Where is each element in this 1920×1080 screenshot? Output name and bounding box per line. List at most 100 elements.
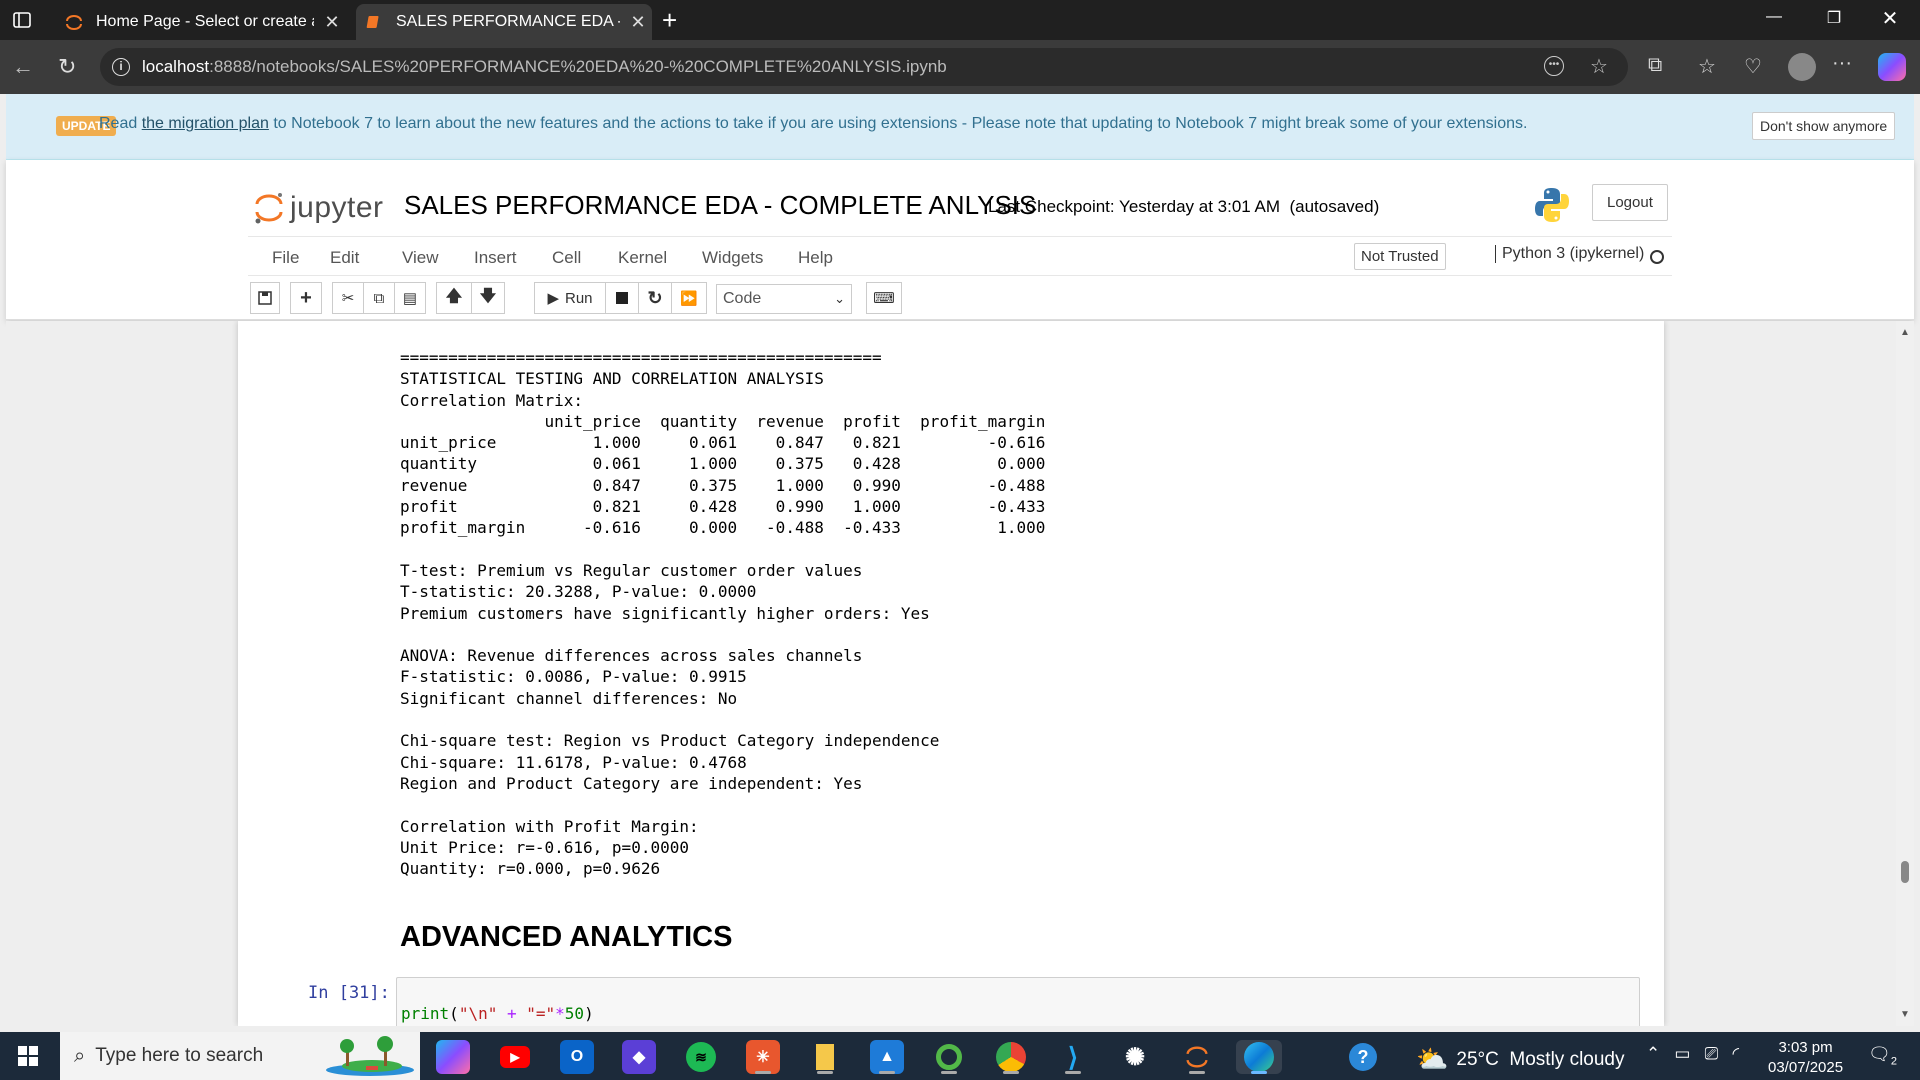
- back-icon[interactable]: ←: [12, 54, 34, 80]
- notification-center-icon[interactable]: 🗨2: [1868, 1044, 1897, 1068]
- clock-date: 03/07/2025: [1768, 1059, 1844, 1076]
- new-tab-icon[interactable]: +: [662, 6, 677, 34]
- menu-cell[interactable]: Cell: [552, 248, 581, 268]
- close-tab-icon[interactable]: ✕: [322, 12, 342, 33]
- weather-temp: 25°C: [1456, 1048, 1499, 1070]
- chevron-up-icon[interactable]: ⌃: [1646, 1044, 1660, 1063]
- close-tab-icon[interactable]: ✕: [628, 12, 648, 33]
- chevron-down-icon: ⌄: [834, 291, 845, 306]
- jupyter-app-icon[interactable]: [1180, 1040, 1214, 1074]
- dont-show-anymore-button[interactable]: Don't show anymore: [1752, 112, 1896, 140]
- notification-count: 2: [1890, 1055, 1897, 1068]
- restart-icon[interactable]: ↻: [638, 282, 672, 314]
- weather-widget[interactable]: ⛅ 25°C Mostly cloudy: [1416, 1044, 1625, 1075]
- not-trusted-button[interactable]: Not Trusted: [1354, 243, 1446, 270]
- output-line: ANOVA: Revenue differences across sales …: [400, 646, 863, 666]
- photos-app-icon[interactable]: ▲: [870, 1040, 904, 1074]
- insert-cell-icon[interactable]: +: [290, 282, 322, 314]
- code-cell-editor[interactable]: print("\n" + "="*50): [396, 977, 1640, 1026]
- menu-help[interactable]: Help: [798, 248, 833, 268]
- menu-edit[interactable]: Edit: [330, 248, 359, 268]
- spotify-app-icon[interactable]: ≋: [684, 1040, 718, 1074]
- menu-file[interactable]: File: [272, 248, 299, 268]
- run-button[interactable]: ▶ Run: [534, 282, 606, 314]
- close-window-icon[interactable]: ✕: [1878, 6, 1902, 31]
- keyboard-shortcuts-icon[interactable]: ⌨: [866, 282, 902, 314]
- copilot-icon[interactable]: [1878, 53, 1906, 81]
- notebook-header: jupyter SALES PERFORMANCE EDA - COMPLETE…: [6, 160, 1914, 320]
- jupyter-logo[interactable]: jupyter: [254, 188, 384, 228]
- interrupt-icon[interactable]: [605, 282, 639, 314]
- favorites-icon[interactable]: ☆: [1698, 54, 1716, 79]
- notebook-favicon-icon: [364, 12, 384, 32]
- restart-run-all-icon[interactable]: ⏩: [671, 282, 707, 314]
- clipchamp-app-icon[interactable]: ◆: [622, 1040, 656, 1074]
- output-line: T-statistic: 20.3288, P-value: 0.0000: [400, 582, 757, 602]
- meet-now-icon[interactable]: ⎚: [1705, 1044, 1719, 1063]
- vertical-scrollbar[interactable]: ▲ ▼: [1896, 321, 1914, 1026]
- help-app-icon[interactable]: ?: [1346, 1040, 1380, 1074]
- reading-mode-icon[interactable]: •••: [1544, 56, 1564, 76]
- kernel-indicator[interactable]: Python 3 (ipykernel): [1495, 245, 1644, 263]
- extensions-icon[interactable]: ⧉: [1648, 54, 1662, 77]
- menu-insert[interactable]: Insert: [474, 248, 517, 268]
- migration-plan-link[interactable]: the migration plan: [142, 115, 269, 132]
- url-field[interactable]: i localhost:8888/notebooks/SALES%20PERFO…: [100, 48, 1628, 86]
- tab-actions-icon[interactable]: [12, 10, 32, 30]
- search-highlight-image-icon: [326, 1036, 414, 1076]
- search-icon: ⌕: [74, 1044, 86, 1067]
- scroll-up-icon[interactable]: ▲: [1900, 327, 1910, 338]
- taskbar-search[interactable]: ⌕ Type here to search: [60, 1032, 420, 1080]
- output-line: Chi-square: 11.6178, P-value: 0.4768: [400, 752, 747, 772]
- cut-icon[interactable]: ✂: [332, 282, 364, 314]
- vscode-app-icon[interactable]: ⟩: [1056, 1040, 1090, 1074]
- outlook-app-icon[interactable]: O: [560, 1040, 594, 1074]
- profile-avatar-icon[interactable]: [1788, 53, 1816, 81]
- logout-button[interactable]: Logout: [1592, 184, 1668, 221]
- move-down-icon[interactable]: 🡇: [471, 282, 505, 314]
- site-info-icon[interactable]: i: [112, 58, 130, 76]
- scroll-down-icon[interactable]: ▼: [1900, 1009, 1910, 1020]
- save-icon[interactable]: [250, 282, 280, 314]
- favorite-star-icon[interactable]: ☆: [1590, 54, 1608, 79]
- menu-widgets[interactable]: Widgets: [702, 248, 763, 268]
- output-line: profit_margin -0.616 0.000 -0.488 -0.433…: [400, 518, 1046, 538]
- move-up-icon[interactable]: 🡅: [436, 282, 472, 314]
- edge-app-icon[interactable]: [1236, 1040, 1282, 1074]
- tab-title: SALES PERFORMANCE EDA - COMPLETE ANLYSIS: [396, 13, 620, 30]
- paste-icon[interactable]: ▤: [394, 282, 426, 314]
- output-line: ========================================…: [400, 348, 882, 367]
- scrollbar-thumb[interactable]: [1901, 861, 1909, 883]
- youtube-app-icon[interactable]: ▶: [498, 1040, 532, 1074]
- browser-tab-notebook[interactable]: SALES PERFORMANCE EDA - COMPLETE ANLYSIS…: [356, 4, 652, 40]
- jupyter-favicon-icon: [64, 12, 84, 32]
- minimize-icon[interactable]: —: [1762, 8, 1786, 26]
- more-menu-icon[interactable]: ···: [1832, 52, 1852, 75]
- notebook-scroll-area[interactable]: ========================================…: [6, 321, 1914, 1026]
- clock-time: 3:03 pm: [1778, 1039, 1833, 1056]
- refresh-icon[interactable]: ↻: [58, 54, 76, 80]
- qlik-app-icon[interactable]: [932, 1040, 966, 1074]
- notebook-title[interactable]: SALES PERFORMANCE EDA - COMPLETE ANLYSIS: [404, 190, 1036, 221]
- menu-kernel[interactable]: Kernel: [618, 248, 667, 268]
- run-label: Run: [565, 289, 593, 307]
- claude-app-icon[interactable]: ✳: [746, 1040, 780, 1074]
- windows-start-icon[interactable]: [18, 1046, 38, 1066]
- copy-icon[interactable]: ⧉: [363, 282, 395, 314]
- file-explorer-icon[interactable]: [808, 1040, 842, 1074]
- menu-view[interactable]: View: [402, 248, 439, 268]
- wifi-icon[interactable]: ◜: [1732, 1044, 1739, 1063]
- output-line: Chi-square test: Region vs Product Categ…: [400, 731, 940, 751]
- browser-tab-home[interactable]: Home Page - Select or create a notebook …: [56, 4, 356, 40]
- battery-icon[interactable]: ▭: [1674, 1044, 1690, 1063]
- browser-tab-bar: Home Page - Select or create a notebook …: [0, 0, 1920, 40]
- restore-icon[interactable]: ❐: [1822, 8, 1846, 28]
- chrome-app-icon[interactable]: [994, 1040, 1028, 1074]
- system-clock[interactable]: 3:03 pm 03/07/2025: [1768, 1038, 1843, 1078]
- copilot-app-icon[interactable]: [436, 1040, 470, 1074]
- cell-type-select[interactable]: Code ⌄: [716, 284, 852, 314]
- chatgpt-app-icon[interactable]: ✺: [1118, 1040, 1152, 1074]
- browser-essentials-icon[interactable]: ♡: [1744, 54, 1762, 79]
